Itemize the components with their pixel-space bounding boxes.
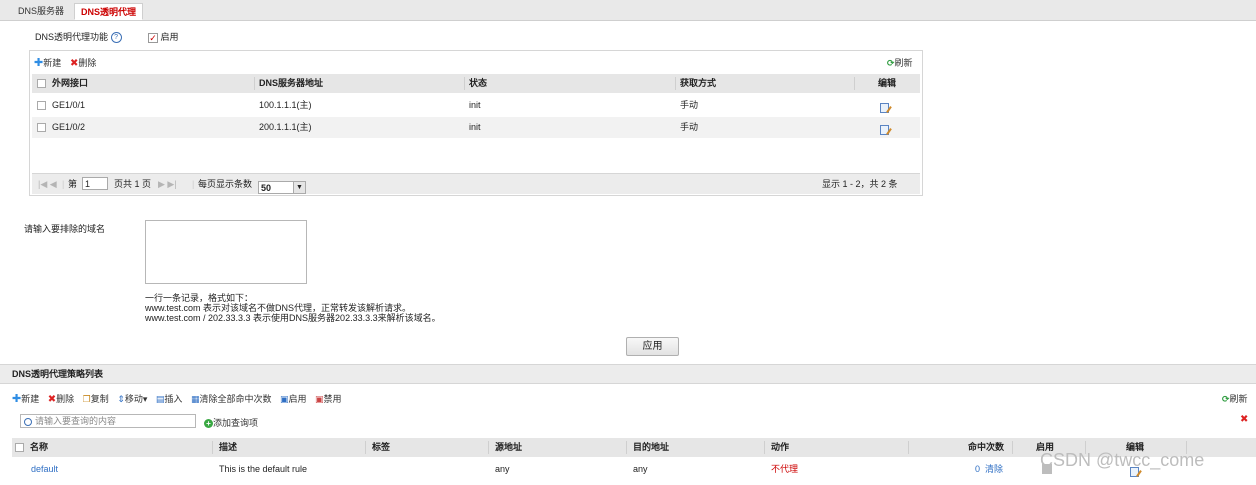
cell-dst: any: [633, 464, 648, 474]
feature-label: DNS透明代理功能: [35, 32, 109, 42]
page-input[interactable]: 1: [82, 177, 108, 190]
cell-iface: GE1/0/1: [52, 100, 86, 110]
move-icon: ⇕: [117, 394, 125, 404]
refresh-button[interactable]: ⟳刷新: [887, 56, 913, 69]
edit-icon[interactable]: [880, 125, 889, 135]
per-page-select[interactable]: 50 ▼: [258, 181, 306, 195]
apply-button[interactable]: 应用: [626, 337, 679, 356]
row-checkbox[interactable]: [37, 123, 46, 132]
tab-dns-transparent-proxy[interactable]: DNS透明代理: [74, 3, 144, 20]
help-icon[interactable]: ?: [110, 32, 122, 44]
cell-dns: 200.1.1.1(主): [259, 122, 312, 132]
refresh-icon: ⟳: [1222, 394, 1230, 404]
tab-bar: [0, 0, 1256, 21]
page-total: 页共 1 页: [114, 179, 152, 189]
col-header-hits: 命中次数: [968, 442, 1005, 452]
policy-section-header: DNS透明代理策略列表: [0, 364, 1256, 384]
enable-label: 启用: [160, 32, 179, 42]
per-page-label: 每页显示条数: [198, 179, 253, 189]
policy-new-button[interactable]: ✚新建: [12, 393, 39, 405]
cell-src: any: [495, 464, 510, 474]
policy-insert-button[interactable]: ▤插入: [156, 394, 183, 404]
col-header-desc: 描述: [219, 442, 238, 452]
policy-move-button[interactable]: ⇕移动▾: [117, 394, 147, 404]
cell-status: init: [469, 100, 481, 110]
exclude-help: 一行一条记录，格式如下： www.test.com 表示对该域名不做DNS代理，…: [145, 293, 441, 323]
add-condition-button[interactable]: + 添加查询项: [204, 416, 258, 429]
chevron-down-icon: ▼: [293, 182, 305, 194]
disable-icon: ▣: [315, 394, 324, 404]
cell-iface: GE1/0/2: [52, 122, 86, 132]
row-checkbox[interactable]: [37, 101, 46, 110]
cell-action: 不代理: [771, 464, 799, 474]
cell-desc: This is the default rule: [219, 464, 308, 474]
policy-disable-button[interactable]: ▣禁用: [315, 394, 342, 404]
enable-checkbox[interactable]: ✓: [148, 32, 158, 43]
pagination-bar: |◀ ◀ | 第 1 页共 1 页 ▶ ▶| | 每页显示条数 50 ▼ 显示 1…: [32, 173, 920, 195]
tab-dns-server[interactable]: DNS服务器: [12, 3, 70, 20]
col-header-src: 源地址: [495, 442, 523, 452]
select-all-checkbox[interactable]: [37, 79, 46, 88]
close-icon[interactable]: ✖: [1240, 414, 1248, 425]
exclude-label: 请输入要排除的域名: [24, 224, 106, 234]
exclude-domain-textarea[interactable]: [145, 220, 307, 284]
cell-hits: 0: [975, 464, 981, 474]
enable-icon: ▣: [279, 394, 289, 404]
col-header-name: 名称: [30, 442, 49, 452]
col-header-status: 状态: [469, 78, 488, 88]
policy-toolbar: ✚新建 ✖删除 ❐复制 ⇕移动▾ ▤插入 ▦清除全部命中次数 ▣启用 ▣禁用: [12, 392, 342, 405]
policy-name-link[interactable]: default: [31, 459, 58, 480]
select-all-checkbox[interactable]: [15, 443, 24, 452]
clear-hits-button[interactable]: ▦清除全部命中次数: [191, 394, 272, 404]
search-icon: [24, 417, 32, 426]
policy-copy-button[interactable]: ❐复制: [83, 394, 109, 404]
add-circle-icon: +: [204, 419, 213, 429]
delete-button[interactable]: ✖删除: [70, 56, 96, 69]
col-header-tag: 标签: [372, 442, 391, 452]
table-row[interactable]: GE1/0/1 100.1.1.1(主) init 手动: [32, 95, 920, 116]
col-header-method: 获取方式: [680, 78, 717, 88]
new-button[interactable]: ✚新建: [34, 56, 61, 69]
display-info: 显示 1 - 2，共 2 条: [822, 179, 898, 189]
policy-refresh-button[interactable]: ⟳刷新: [1222, 392, 1248, 405]
next-last-icons[interactable]: ▶ ▶|: [158, 174, 177, 194]
cell-status: init: [469, 122, 481, 132]
col-header-edit: 编辑: [878, 78, 897, 88]
table-row[interactable]: GE1/0/2 200.1.1.1(主) init 手动: [32, 117, 920, 138]
col-header-dns: DNS服务器地址: [259, 78, 324, 88]
plus-icon: ✚: [34, 57, 44, 69]
watermark: CSDN @twcc_come: [1040, 450, 1205, 470]
copy-icon: ❐: [82, 394, 91, 404]
cell-method: 手动: [680, 100, 699, 110]
upstream-table-panel: ✚新建 ✖删除 ⟳刷新 外网接口 DNS服务器地址 状态 获取方式 编辑 GE1…: [29, 50, 923, 196]
help-line: www.test.com 表示对该域名不做DNS代理，正常转发该解析请求。: [145, 303, 412, 313]
help-line: www.test.com / 202.33.3.3 表示使用DNS服务器202.…: [145, 313, 441, 323]
page-prefix: 第: [68, 179, 78, 189]
clear-hits-link[interactable]: 清除: [985, 459, 1003, 480]
policy-delete-button[interactable]: ✖删除: [47, 394, 74, 405]
upstream-table-header: 外网接口 DNS服务器地址 状态 获取方式 编辑: [32, 74, 920, 93]
cell-method: 手动: [680, 122, 699, 132]
plus-icon: ✚: [12, 393, 22, 405]
section-title: DNS透明代理策略列表: [12, 369, 104, 379]
cell-dns: 100.1.1.1(主): [259, 100, 312, 110]
search-input[interactable]: 请输入要查询的内容: [20, 414, 196, 428]
enable-checkbox-row[interactable]: ✓ 启用: [148, 30, 179, 43]
col-header-dst: 目的地址: [633, 442, 670, 452]
refresh-icon: ⟳: [887, 58, 895, 68]
first-prev-icons[interactable]: |◀ ◀: [38, 174, 57, 194]
edit-icon[interactable]: [880, 103, 889, 113]
feature-label-row: DNS透明代理功能 ?: [35, 30, 122, 44]
policy-enable-button[interactable]: ▣启用: [280, 394, 307, 404]
col-header-iface: 外网接口: [52, 78, 89, 88]
help-line: 一行一条记录，格式如下：: [145, 293, 254, 303]
col-header-action: 动作: [771, 442, 790, 452]
delete-x-icon: ✖: [47, 394, 57, 405]
